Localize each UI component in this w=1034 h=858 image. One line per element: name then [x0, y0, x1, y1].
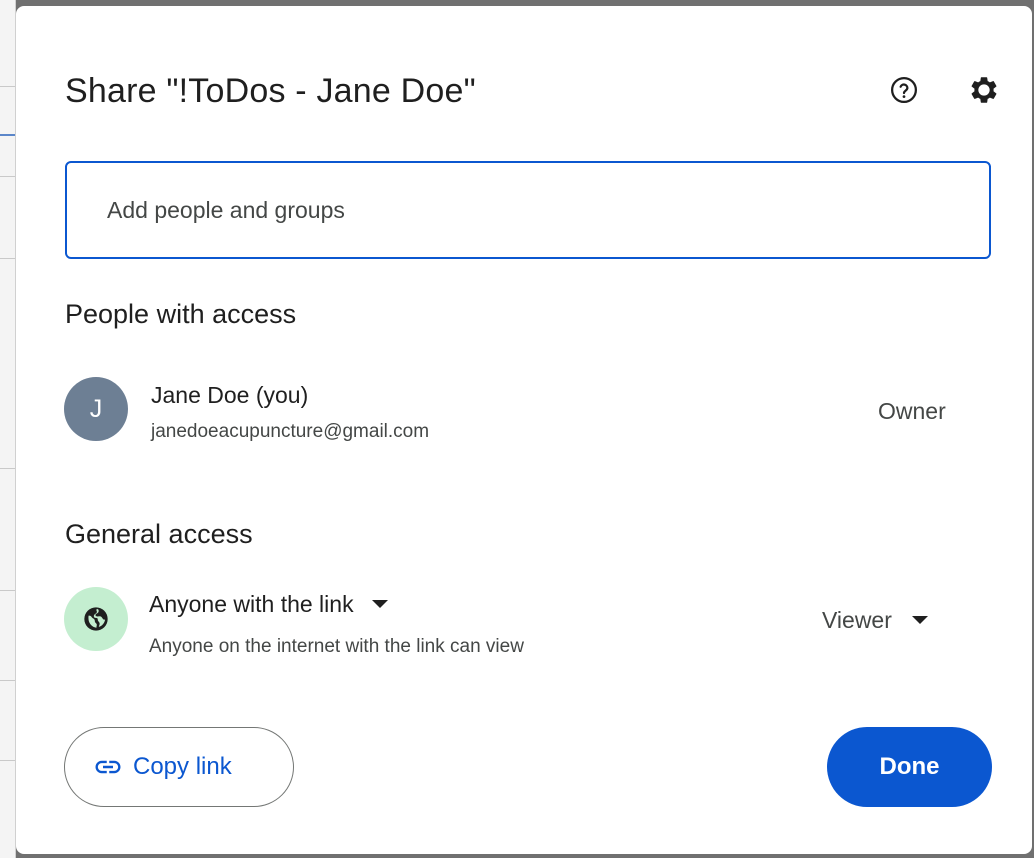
- people-with-access-heading: People with access: [65, 299, 297, 329]
- background-divider: [0, 176, 15, 177]
- background-divider: [0, 590, 15, 591]
- person-email: janedoeacupuncture@gmail.com: [151, 421, 430, 442]
- access-level-dropdown[interactable]: Anyone with the link: [149, 586, 388, 622]
- access-level-label: Anyone with the link: [149, 590, 354, 617]
- add-people-input[interactable]: [107, 163, 967, 257]
- globe-icon: [84, 607, 108, 631]
- add-people-field[interactable]: [65, 161, 991, 259]
- dialog-title: Share "!ToDos - Jane Doe": [65, 72, 476, 110]
- background-divider: [0, 86, 15, 87]
- settings-button[interactable]: [966, 72, 1002, 108]
- dropdown-caret-icon: [371, 600, 388, 608]
- done-button[interactable]: Done: [827, 727, 992, 807]
- link-role-dropdown[interactable]: Viewer: [822, 602, 928, 638]
- link-icon: [93, 752, 123, 782]
- background-divider: [0, 134, 15, 136]
- help-button[interactable]: [886, 72, 922, 108]
- access-description: Anyone on the internet with the link can…: [149, 636, 524, 657]
- background-divider: [0, 680, 15, 681]
- person-role: Owner: [878, 398, 946, 424]
- help-circle-icon: [891, 77, 917, 103]
- globe-badge: [64, 587, 128, 651]
- gear-icon: [971, 77, 997, 103]
- copy-link-button[interactable]: Copy link: [64, 727, 294, 807]
- background-divider: [0, 760, 15, 761]
- copy-link-label: Copy link: [133, 753, 232, 780]
- avatar: J: [64, 377, 128, 441]
- background-divider: [0, 258, 15, 259]
- person-name: Jane Doe (you): [151, 382, 309, 408]
- dropdown-caret-icon: [911, 616, 928, 624]
- general-access-heading: General access: [65, 519, 253, 549]
- link-role-label: Viewer: [822, 606, 892, 633]
- share-dialog: Share "!ToDos - Jane Doe" People with ac…: [16, 6, 1032, 854]
- background-document-edge: [0, 0, 16, 858]
- background-divider: [0, 468, 15, 469]
- avatar-initial: J: [89, 394, 103, 423]
